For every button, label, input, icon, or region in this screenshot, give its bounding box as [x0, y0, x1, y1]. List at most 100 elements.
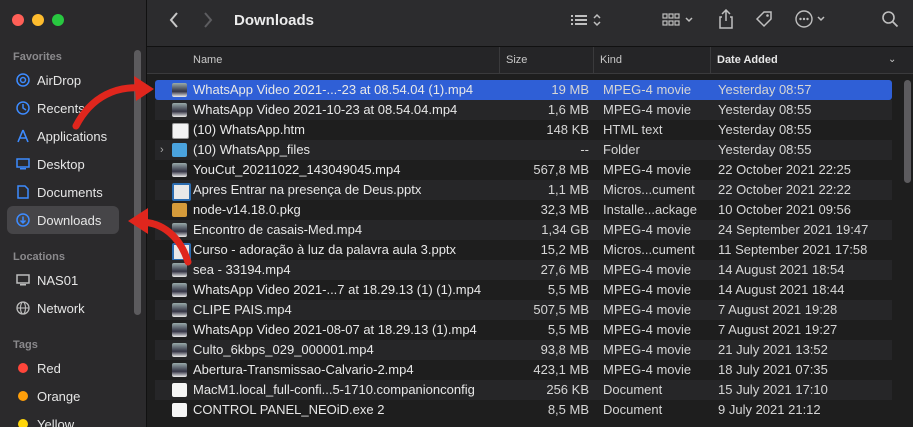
sidebar-item-label: Applications: [37, 128, 108, 144]
view-options-button[interactable]: [567, 12, 607, 32]
column-name[interactable]: Name: [187, 47, 493, 73]
sidebar-item-desktop[interactable]: Desktop: [7, 150, 119, 178]
table-row[interactable]: Culto_6kbps_029_000001.mp4 93,8 MB MPEG-4 …: [155, 340, 892, 360]
file-kind: MPEG-4 movie: [603, 322, 692, 337]
chevron-right-icon: [203, 11, 213, 33]
sidebar-item-network[interactable]: Network: [7, 294, 119, 322]
file-size: 423,1 MB: [533, 362, 589, 377]
table-row[interactable]: WhatsApp Video 2021-10-23 at 08.54.04.mp…: [155, 100, 892, 120]
table-row[interactable]: MacM1.local_full-confi...5-1710.companio…: [155, 380, 892, 400]
column-size[interactable]: Size: [499, 47, 586, 73]
sidebar-tag-yellow[interactable]: Yellow: [7, 410, 119, 427]
video-thumb-icon: [172, 103, 187, 117]
table-row[interactable]: YouCut_20211022_143049045.mp4 567,8 MB MPE…: [155, 160, 892, 180]
presentation-icon: [172, 243, 191, 261]
minimize-button[interactable]: [32, 14, 44, 26]
applications-icon: [15, 128, 31, 144]
file-date-added: Yesterday 08:57: [718, 82, 812, 97]
column-kind[interactable]: Kind: [593, 47, 708, 73]
table-row[interactable]: WhatsApp Video 2021-...-23 at 08.54.04 (…: [155, 80, 892, 100]
file-kind: MPEG-4 movie: [603, 82, 692, 97]
table-row[interactable]: CONTROL PANEL_NEOiD.exe 2 8,5 MB Document 9…: [155, 400, 892, 420]
toolbar: Downloads: [147, 0, 913, 47]
table-row[interactable]: sea - 33194.mp4 27,6 MB MPEG-4 movie 14 Aug…: [155, 260, 892, 280]
back-button[interactable]: [165, 11, 183, 33]
table-row[interactable]: WhatsApp Video 2021-08-07 at 18.29.13 (1…: [155, 320, 892, 340]
action-menu-button[interactable]: [793, 9, 831, 32]
presentation-icon: [172, 183, 191, 201]
sidebar-scrollbar[interactable]: [134, 50, 141, 315]
file-size: 256 KB: [546, 382, 589, 397]
file-date-added: 10 October 2021 09:56: [718, 202, 851, 217]
file-date-added: 22 October 2021 22:22: [718, 182, 851, 197]
table-row[interactable]: (10) WhatsApp.htm 148 KB HTML text Yesterda…: [155, 120, 892, 140]
file-name: CONTROL PANEL_NEOiD.exe 2: [193, 402, 385, 417]
airdrop-icon: [15, 72, 31, 88]
file-date-added: 7 August 2021 19:27: [718, 322, 838, 337]
locations-heading: Locations: [13, 251, 65, 263]
file-date-added: 18 July 2021 07:35: [718, 362, 828, 377]
file-date-added: 7 August 2021 19:28: [718, 302, 838, 317]
file-date-added: 11 September 2021 17:58: [718, 242, 868, 257]
window-title: Downloads: [234, 12, 315, 29]
file-kind: MPEG-4 movie: [603, 362, 692, 377]
table-row[interactable]: Abertura-Transmissao-Calvario-2.mp4 423,1…: [155, 360, 892, 380]
file-date-added: 14 August 2021 18:44: [718, 282, 845, 297]
file-name: node-v14.18.0.pkg: [193, 202, 301, 217]
file-date-added: 21 July 2021 13:52: [718, 342, 828, 357]
sidebar-item-recents[interactable]: Recents: [7, 94, 119, 122]
file-name: Apres Entrar na presença de Deus.pptx: [193, 182, 422, 197]
sidebar-item-airdrop[interactable]: AirDrop: [7, 66, 119, 94]
file-kind: Micros...cument: [603, 242, 695, 257]
sidebar-item-nas01[interactable]: NAS01: [7, 266, 119, 294]
close-button[interactable]: [12, 14, 24, 26]
sidebar-item-label: Desktop: [37, 156, 85, 172]
table-row[interactable]: Curso - adoração à luz da palavra aula 3…: [155, 240, 892, 261]
sidebar-item-downloads[interactable]: Downloads: [7, 206, 119, 234]
file-size: 32,3 MB: [540, 202, 589, 217]
file-size: 5,5 MB: [547, 322, 589, 337]
file-name: CLIPE PAIS.mp4: [193, 302, 292, 317]
sidebar-item-documents[interactable]: Documents: [7, 178, 119, 206]
file-date-added: Yesterday 08:55: [718, 142, 812, 157]
zoom-button[interactable]: [52, 14, 64, 26]
document-icon: [15, 184, 31, 200]
video-thumb-icon: [172, 83, 187, 97]
sidebar-tag-orange[interactable]: Orange: [7, 382, 119, 410]
globe-icon: [15, 300, 31, 316]
tag-button[interactable]: [753, 10, 775, 32]
tag-icon: [754, 9, 774, 34]
window-controls: [12, 14, 64, 26]
group-button[interactable]: [659, 12, 699, 32]
file-name: WhatsApp Video 2021-...7 at 18.29.13 (1)…: [193, 282, 482, 297]
video-thumb-icon: [172, 363, 187, 377]
file-size: 27,6 MB: [540, 262, 589, 277]
chevron-left-icon: [169, 11, 179, 33]
file-kind: MPEG-4 movie: [603, 342, 692, 357]
table-row[interactable]: node-v14.18.0.pkg 32,3 MB Installe...ackag…: [155, 200, 892, 220]
video-thumb-icon: [172, 283, 187, 297]
sidebar-tag-red[interactable]: Red: [7, 354, 119, 382]
file-kind: MPEG-4 movie: [603, 302, 692, 317]
table-row[interactable]: Apres Entrar na presença de Deus.pptx 1,1…: [155, 180, 892, 201]
disclosure-icon[interactable]: ›: [160, 140, 164, 160]
file-size: 5,5 MB: [547, 282, 589, 297]
file-list-scrollbar[interactable]: [904, 80, 911, 183]
tags-heading: Tags: [13, 339, 38, 351]
table-row[interactable]: WhatsApp Video 2021-...7 at 18.29.13 (1)…: [155, 280, 892, 300]
file-name: WhatsApp Video 2021-...-23 at 08.54.04 (…: [193, 82, 474, 97]
file-kind: Document: [603, 382, 663, 397]
sidebar-item-applications[interactable]: Applications: [7, 122, 119, 150]
file-name: (10) WhatsApp.htm: [193, 122, 305, 137]
table-row[interactable]: Encontro de casais-Med.mp4 1,34 GB MPEG-4 …: [155, 220, 892, 240]
file-name: MacM1.local_full-confi...5-1710.companio…: [193, 382, 475, 397]
forward-button[interactable]: [199, 11, 217, 33]
share-button[interactable]: [715, 8, 737, 32]
file-name: Curso - adoração à luz da palavra aula 3…: [193, 242, 457, 257]
column-header: Name Size Kind Date Added ⌄: [147, 47, 913, 74]
table-row[interactable]: › (10) WhatsApp_files -- Folder Yesterday 08…: [155, 140, 892, 160]
file-date-added: 9 July 2021 21:12: [718, 402, 821, 417]
table-row[interactable]: CLIPE PAIS.mp4 507,5 MB MPEG-4 movie 7 Augu…: [155, 300, 892, 320]
search-button[interactable]: [879, 10, 901, 32]
sidebar-item-label: Orange: [37, 388, 81, 404]
